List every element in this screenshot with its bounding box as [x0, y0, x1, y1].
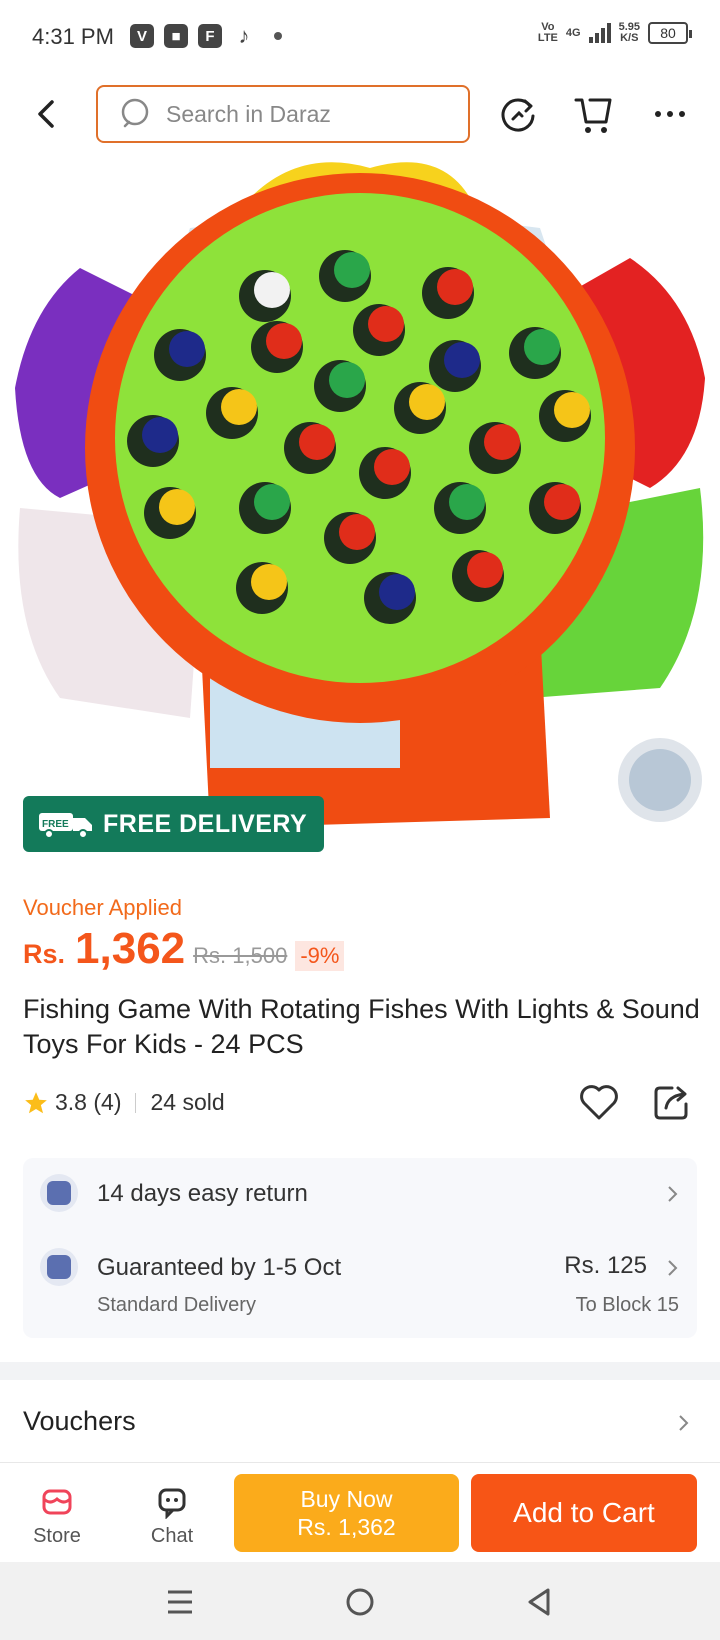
buy-now-button[interactable]: Buy Now Rs. 1,362	[234, 1474, 459, 1552]
chevron-right-icon	[668, 1186, 678, 1202]
buy-now-price: Rs. 1,362	[297, 1514, 396, 1540]
share-refresh-icon[interactable]	[496, 92, 540, 136]
rating-value: 3.8 (4)	[55, 1089, 122, 1115]
back-triangle-icon[interactable]	[520, 1582, 560, 1622]
floating-assistant-button[interactable]	[618, 738, 702, 822]
free-delivery-label: FREE DELIVERY	[103, 809, 308, 838]
network-type: 4G	[565, 26, 581, 39]
buy-now-label: Buy Now	[300, 1486, 393, 1512]
chat-button[interactable]: Chat	[127, 1471, 217, 1555]
top-header: Search in Daraz	[0, 72, 720, 158]
price-currency: Rs.	[23, 939, 66, 969]
product-image[interactable]: FREE FREE DELIVERY	[0, 158, 720, 876]
store-button[interactable]: Store	[12, 1471, 102, 1555]
delivery-box-icon	[40, 1248, 78, 1286]
discount-badge: -9%	[295, 941, 345, 971]
bottom-action-bar: Store Chat Buy Now Rs. 1,362 Add to Cart	[0, 1462, 720, 1562]
network-speed: 5.95 K/S	[618, 21, 640, 44]
service-card: 14 days easy return Guaranteed by 1-5 Oc…	[23, 1158, 697, 1338]
shield-check-icon	[40, 1174, 78, 1212]
more-options-icon[interactable]	[648, 92, 692, 136]
product-title: Fishing Game With Rotating Fishes With L…	[23, 994, 700, 1059]
store-icon	[42, 1489, 72, 1515]
delivery-fee: Rs. 125	[564, 1252, 647, 1279]
search-placeholder: Search in Daraz	[166, 100, 331, 127]
fishing-game-toy-image	[0, 158, 720, 876]
status-bar: 4:31 PM V ■ F ♪ Vo LTE 4G 5.95 K/S 80	[0, 0, 720, 72]
volte-indicator: Vo LTE	[537, 21, 558, 44]
app-square-icon: ■	[164, 24, 188, 48]
delivery-guarantee-text: Guaranteed by 1-5 Oct	[97, 1254, 342, 1281]
original-price: Rs. 1,500	[193, 943, 288, 968]
free-delivery-badge: FREE FREE DELIVERY	[23, 796, 324, 852]
svg-text:FREE: FREE	[42, 819, 69, 830]
price-amount: 1,362	[75, 924, 186, 973]
chevron-right-icon[interactable]	[676, 1412, 690, 1434]
chat-bot-icon	[158, 1488, 186, 1519]
rating-divider	[135, 1092, 137, 1113]
chevron-right-icon	[668, 1260, 678, 1276]
store-label: Store	[33, 1525, 81, 1547]
notification-dot-icon	[274, 32, 282, 40]
star-icon	[25, 1091, 47, 1113]
chat-label: Chat	[150, 1525, 194, 1547]
return-policy-row[interactable]: 14 days easy return	[23, 1158, 697, 1228]
vpn-icon: V	[130, 24, 154, 48]
signal-icon	[588, 23, 611, 43]
status-app-icons: V ■ F ♪	[130, 23, 282, 48]
tiktok-icon: ♪	[238, 23, 250, 48]
cart-icon[interactable]	[572, 92, 616, 136]
facebook-icon: F	[198, 24, 222, 48]
add-to-cart-button[interactable]: Add to Cart	[471, 1474, 697, 1552]
back-arrow-icon[interactable]	[30, 94, 64, 134]
wishlist-heart-icon[interactable]	[578, 1082, 620, 1122]
home-circle-icon[interactable]	[340, 1582, 380, 1622]
voucher-applied-label: Voucher Applied	[23, 895, 183, 920]
vouchers-section-title[interactable]: Vouchers	[23, 1406, 136, 1437]
menu-icon[interactable]	[160, 1582, 200, 1622]
return-policy-text: 14 days easy return	[97, 1180, 308, 1207]
delivery-row[interactable]: Guaranteed by 1-5 Oct Standard Delivery …	[23, 1238, 697, 1338]
delivery-type: Standard Delivery	[97, 1294, 256, 1316]
search-input[interactable]: Search in Daraz	[96, 85, 470, 143]
share-icon[interactable]	[652, 1082, 692, 1122]
price-row: Rs. 1,362 Rs. 1,500 -9%	[23, 924, 345, 974]
search-icon	[121, 98, 149, 128]
delivery-location: To Block 15	[575, 1294, 679, 1316]
delivery-truck-icon: FREE	[39, 813, 92, 839]
rating-row[interactable]: 3.8 (4) 24 sold	[23, 1089, 225, 1116]
sold-count: 24 sold	[150, 1089, 225, 1115]
status-right: Vo LTE 4G 5.95 K/S 80	[537, 21, 692, 44]
status-time: 4:31 PM	[32, 24, 114, 49]
system-navigation-bar	[0, 1562, 720, 1640]
section-divider	[0, 1362, 720, 1380]
battery-icon: 80	[648, 22, 692, 44]
